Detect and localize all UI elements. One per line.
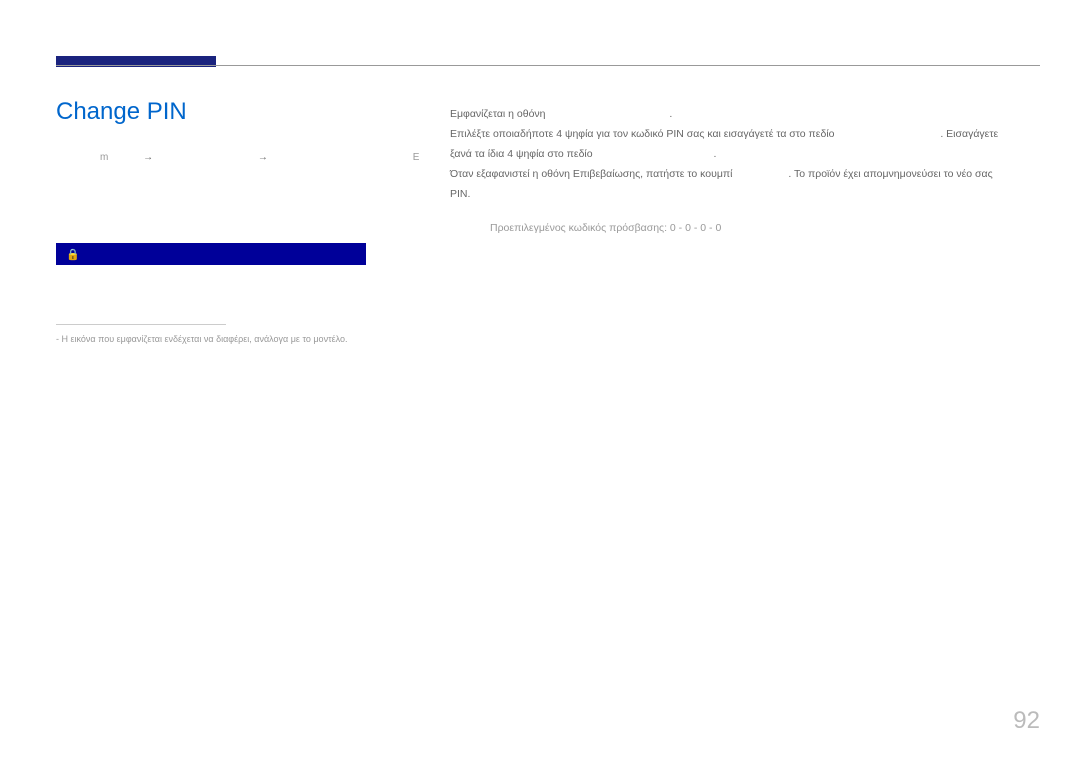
- text: .: [713, 148, 716, 160]
- text: . Εισαγάγετε: [940, 128, 998, 140]
- content-line-1: Εμφανίζεται η οθόνη .: [450, 105, 1040, 125]
- content-line-5: PIN.: [450, 185, 1040, 205]
- breadcrumb-end: E: [413, 152, 420, 163]
- content-line-4: Όταν εξαφανιστεί η οθόνη Επιβεβαίωσης, π…: [450, 165, 1040, 185]
- horizontal-rule: [56, 65, 1040, 66]
- footnote-divider: [56, 324, 226, 325]
- arrow-right-icon: →: [258, 152, 268, 163]
- content-line-2: Επιλέξτε οποιαδήποτε 4 ψηφία για τον κωδ…: [450, 125, 1040, 145]
- text: Επιλέξτε οποιαδήποτε 4 ψηφία για τον κωδ…: [450, 128, 835, 140]
- menu-item-selected: 🔒: [56, 243, 366, 265]
- text: Εμφανίζεται η οθόνη: [450, 108, 546, 120]
- lock-icon: 🔒: [66, 248, 80, 261]
- page-number: 92: [1013, 707, 1040, 735]
- text: .: [669, 108, 672, 120]
- text: . Το προϊόν έχει απομνημονεύσει το νέο σ…: [788, 168, 992, 180]
- text: Όταν εξαφανιστεί η οθόνη Επιβεβαίωσης, π…: [450, 168, 732, 180]
- default-pin-note: Προεπιλεγμένος κωδικός πρόσβασης: 0 - 0 …: [490, 219, 1040, 239]
- content-line-3: ξανά τα ίδια 4 ψηφία στο πεδίο .: [450, 145, 1040, 165]
- content-text: Εμφανίζεται η οθόνη . Επιλέξτε οποιαδήπο…: [450, 105, 1040, 239]
- arrow-right-icon: →: [143, 152, 153, 163]
- breadcrumb-m: m: [100, 152, 108, 163]
- page-title: Change PIN: [56, 98, 187, 126]
- text: ξανά τα ίδια 4 ψηφία στο πεδίο: [450, 148, 593, 160]
- breadcrumb: m → → E: [100, 152, 419, 163]
- footnote-text: - Η εικόνα που εμφανίζεται ενδέχεται να …: [56, 334, 348, 344]
